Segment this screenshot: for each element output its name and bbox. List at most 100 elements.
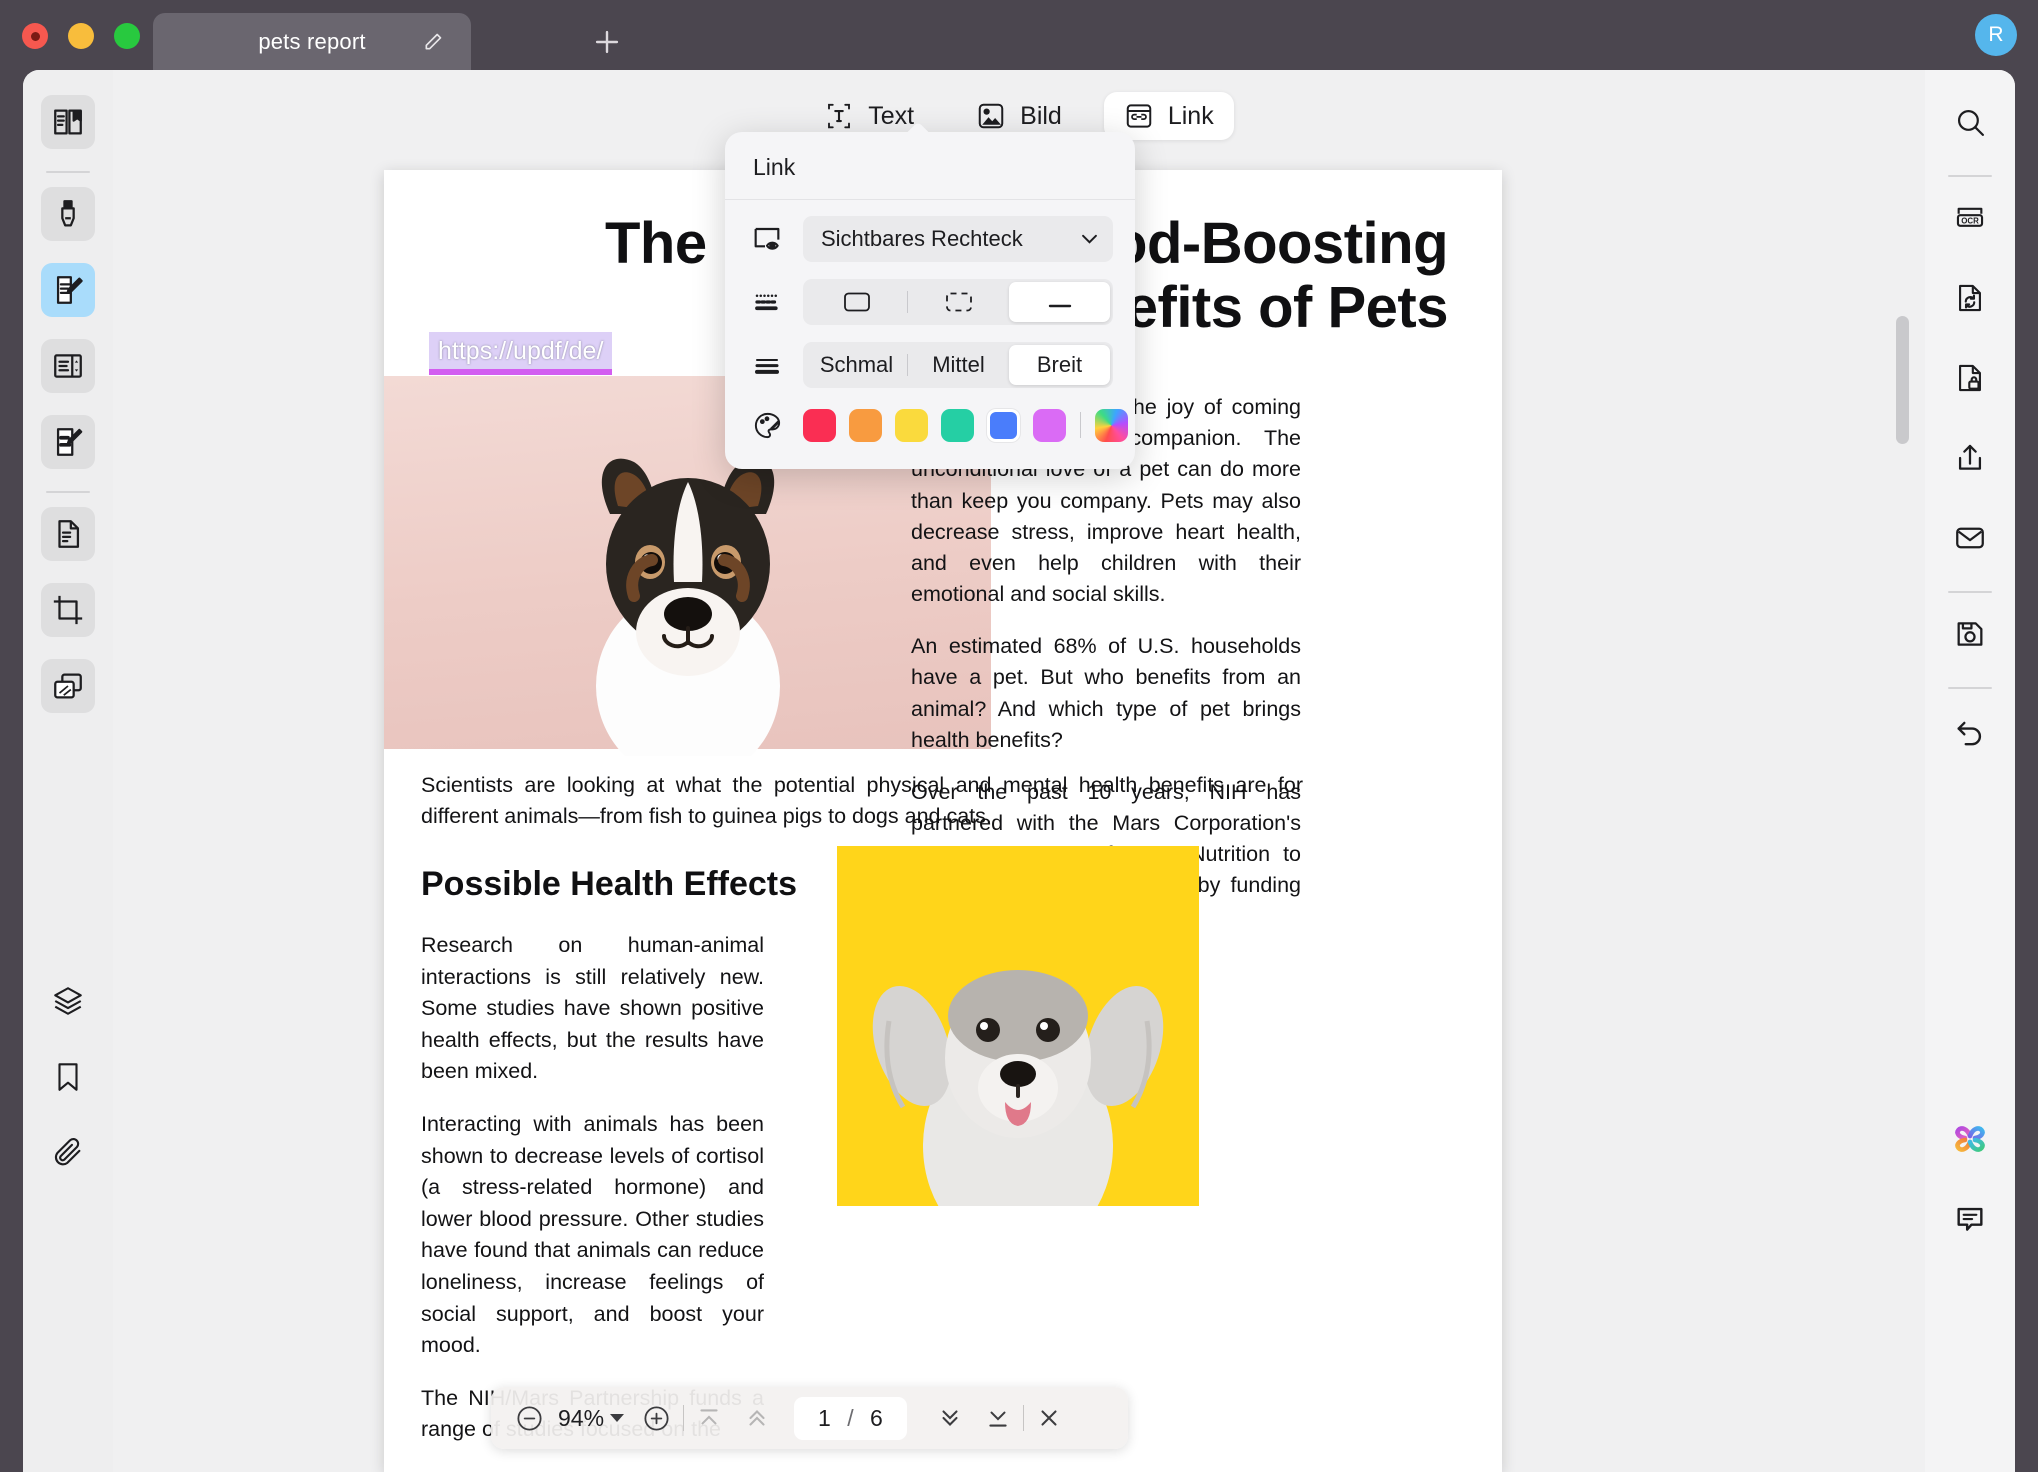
sidebar-item-convert[interactable] — [1943, 271, 1997, 325]
tab-bild-label: Bild — [1020, 101, 1062, 130]
border-style-underline[interactable] — [1009, 282, 1110, 322]
swatch-divider — [1080, 412, 1081, 438]
zoom-in-button[interactable] — [642, 1404, 671, 1433]
link-annotation[interactable]: https://updf/de/ — [429, 332, 613, 375]
sidebar-item-ai-assistant[interactable] — [1943, 1112, 1997, 1166]
main-window: Text Bild Link The Mood-Boosting Benefit… — [23, 70, 2015, 1472]
avatar[interactable]: R — [1975, 14, 2017, 56]
scrollbar-thumb[interactable] — [1896, 316, 1909, 444]
comment-bubble-icon — [1953, 1202, 1987, 1236]
thickness-schmal[interactable]: Schmal — [806, 345, 907, 385]
underline-icon — [1042, 290, 1078, 314]
pencil-icon[interactable] — [423, 32, 443, 52]
plus-icon[interactable] — [590, 25, 624, 59]
border-style-solid-rectangle[interactable] — [806, 282, 907, 322]
popup-arrow — [905, 119, 933, 133]
zoom-out-button[interactable] — [515, 1404, 544, 1433]
sidebar-item-crop-tool[interactable] — [41, 583, 95, 637]
next-page-icon — [937, 1405, 963, 1431]
popup-body: Sichtbares Rechteck Schmal Mittel Breit — [725, 200, 1135, 469]
sidebar-divider — [1948, 591, 1992, 593]
thickness-mittel[interactable]: Mittel — [908, 345, 1009, 385]
sidebar-item-attachments[interactable] — [41, 1126, 95, 1180]
avatar-initial: R — [1988, 23, 2004, 46]
first-page-button[interactable] — [696, 1405, 722, 1431]
page-indicator[interactable]: 1 / 6 — [794, 1396, 907, 1440]
toolbar-divider — [1022, 1405, 1024, 1431]
dashed-rect-icon — [944, 290, 974, 314]
sidebar-item-search[interactable] — [1943, 95, 1997, 149]
thickness-group: Schmal Mittel Breit — [803, 342, 1113, 388]
app-window: pets report R Text Bild Link The Mood-Bo… — [0, 0, 2038, 1472]
last-page-button[interactable] — [985, 1405, 1011, 1431]
color-swatch-red[interactable] — [803, 408, 836, 442]
close-toolbar-button[interactable] — [1036, 1405, 1062, 1431]
maximize-window-button[interactable] — [114, 23, 140, 49]
thickness-breit[interactable]: Breit — [1009, 345, 1110, 385]
sidebar-item-ocr[interactable]: OCR — [1943, 191, 1997, 245]
next-page-button[interactable] — [937, 1405, 963, 1431]
color-swatch-blue[interactable] — [987, 408, 1020, 442]
prev-page-button[interactable] — [744, 1405, 770, 1431]
image-icon — [976, 101, 1006, 131]
toolbar-divider — [683, 1405, 685, 1431]
sidebar-item-reading-tool[interactable] — [41, 339, 95, 393]
color-swatches — [803, 408, 1128, 442]
sidebar-item-undo[interactable] — [1943, 703, 1997, 757]
color-swatch-yellow[interactable] — [895, 408, 928, 442]
sidebar-item-email[interactable] — [1943, 511, 1997, 565]
text-box-icon — [824, 101, 854, 131]
convert-document-icon — [1953, 281, 1987, 315]
color-row — [747, 405, 1128, 445]
caret-down-icon[interactable] — [610, 1414, 625, 1422]
popup-title: Link — [725, 132, 1135, 200]
appearance-select[interactable]: Sichtbares Rechteck — [803, 216, 1113, 262]
sidebar-item-thumbnail-panel[interactable] — [41, 95, 95, 149]
sidebar-item-organize-pages[interactable] — [41, 507, 95, 561]
stacked-pages-icon — [51, 669, 85, 703]
link-card-icon — [1124, 101, 1154, 131]
paragraph: An estimated 68% of U.S. households have… — [911, 634, 1301, 752]
document-canvas[interactable]: Text Bild Link The Mood-Boosting Benefit… — [113, 70, 1925, 1472]
palette-icon — [747, 405, 787, 445]
border-style-row — [747, 279, 1113, 325]
sidebar-item-form-tool[interactable] — [41, 415, 95, 469]
full-width-paragraph: Scientists are looking at what the poten… — [421, 773, 1303, 829]
border-style-dashed-rectangle[interactable] — [908, 282, 1009, 322]
sidebar-item-save[interactable] — [1943, 607, 1997, 661]
custom-color-picker[interactable] — [1095, 408, 1128, 442]
minimize-window-button[interactable] — [68, 23, 94, 49]
sidebar-item-comments[interactable] — [1943, 1192, 1997, 1246]
sidebar-item-layers[interactable] — [41, 974, 95, 1028]
color-swatch-magenta[interactable] — [1033, 408, 1066, 442]
tab-link-label: Link — [1167, 101, 1214, 130]
link-annotation-text: https://updf/de/ — [438, 337, 604, 365]
color-swatch-orange[interactable] — [849, 408, 882, 442]
search-icon — [1954, 106, 1987, 139]
section-heading: Possible Health Effects — [421, 865, 798, 903]
document-tab[interactable]: pets report — [153, 13, 471, 70]
document-pencil-icon — [51, 273, 85, 307]
solid-rect-icon — [842, 290, 872, 314]
sidebar-item-protect[interactable] — [1943, 351, 1997, 405]
sidebar-item-highlight-tool[interactable] — [41, 187, 95, 241]
sidebar-item-edit-tool[interactable] — [41, 263, 95, 317]
zoom-level[interactable]: 94% — [558, 1405, 604, 1432]
sidebar-item-share[interactable] — [1943, 431, 1997, 485]
close-window-button[interactable] — [22, 23, 48, 49]
vertical-scrollbar[interactable] — [1896, 188, 1917, 1468]
sidebar-item-bookmarks[interactable] — [41, 1050, 95, 1104]
share-icon — [1953, 441, 1987, 475]
sidebar-divider — [46, 491, 90, 493]
sidebar-divider — [1948, 175, 1992, 177]
current-page[interactable]: 1 — [818, 1405, 831, 1431]
ai-clover-icon — [1950, 1119, 1990, 1159]
link-properties-popup[interactable]: Link Sichtbares Rechteck Schmal Mittel B… — [725, 121, 1135, 469]
crop-icon — [51, 593, 85, 627]
sidebar-item-compare-tool[interactable] — [41, 659, 95, 713]
ocr-icon: OCR — [1953, 201, 1987, 235]
book-open-icon — [51, 105, 85, 139]
color-swatch-green[interactable] — [941, 408, 974, 442]
secondary-image[interactable] — [837, 846, 1199, 1206]
document-tab-title: pets report — [258, 28, 366, 54]
